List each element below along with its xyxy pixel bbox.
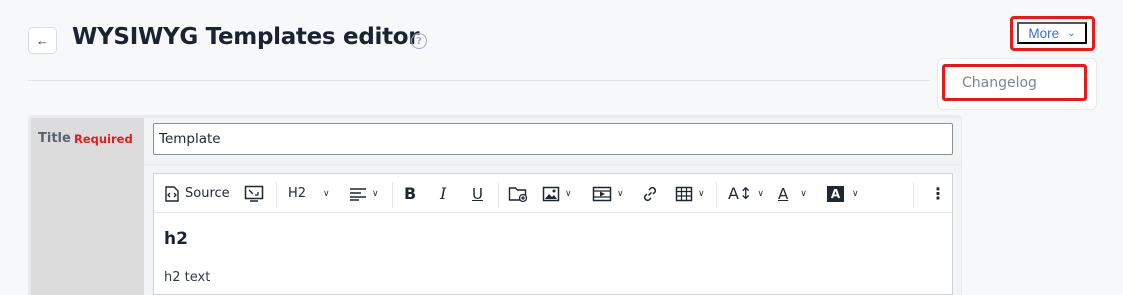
toolbar-separator xyxy=(498,182,499,208)
chevron-down-icon: ∨ xyxy=(323,188,330,199)
chevron-down-icon: ∨ xyxy=(565,188,572,199)
table-icon xyxy=(675,186,693,201)
background-color-button[interactable]: A ∨ xyxy=(827,174,859,213)
chevron-down-icon: ∨ xyxy=(698,188,705,199)
header-divider xyxy=(28,80,930,81)
font-color-button[interactable]: A ∨ xyxy=(778,174,807,213)
font-color-icon: A xyxy=(778,184,789,203)
required-badge: Required xyxy=(74,132,133,146)
italic-button[interactable]: I xyxy=(440,174,446,213)
page-title: WYSIWYG Templates editor xyxy=(72,24,420,50)
file-browser-icon xyxy=(508,186,528,202)
image-button[interactable]: ∨ xyxy=(542,174,572,213)
more-highlight-box: More ⌄ xyxy=(1010,16,1095,51)
chevron-down-icon: ∨ xyxy=(852,188,859,199)
underline-button[interactable]: U xyxy=(472,174,483,213)
more-label: More xyxy=(1028,25,1060,41)
heading-select[interactable]: H2 ∨ xyxy=(288,174,330,213)
toolbar-separator xyxy=(716,182,717,208)
toolbar-separator xyxy=(392,182,393,208)
link-icon xyxy=(643,186,657,201)
image-icon xyxy=(542,186,560,201)
align-button[interactable]: ∨ xyxy=(349,174,379,213)
more-vertical-icon: ⋮ xyxy=(930,184,946,203)
fullscreen-icon xyxy=(244,185,264,202)
heading-select-value: H2 xyxy=(288,186,307,201)
chevron-down-icon: ∨ xyxy=(757,188,764,199)
source-icon xyxy=(165,185,179,202)
source-label: Source xyxy=(185,186,230,201)
menu-item-changelog[interactable]: Changelog xyxy=(962,75,1037,91)
font-size-button[interactable]: A↕ ∨ xyxy=(728,174,764,213)
toolbar-separator xyxy=(913,182,914,208)
background-color-icon: A xyxy=(827,185,844,202)
wysiwyg-editor: Source H2 ∨ ∨ B I U ∨ ∨ ∨ A↕ ∨ A ∨ A ∨ ⋮… xyxy=(153,173,953,295)
title-input[interactable] xyxy=(153,123,953,155)
chevron-down-icon: ∨ xyxy=(800,188,807,199)
video-button[interactable]: ∨ xyxy=(592,174,624,213)
toolbar-separator xyxy=(276,182,277,208)
bold-icon: B xyxy=(404,184,417,203)
link-button[interactable] xyxy=(641,174,659,213)
bold-button[interactable]: B xyxy=(404,174,416,213)
video-icon xyxy=(592,186,612,201)
table-button[interactable]: ∨ xyxy=(675,174,705,213)
help-circle-icon[interactable]: ? xyxy=(411,33,427,49)
arrow-left-icon: ← xyxy=(36,33,49,48)
more-button[interactable]: More ⌄ xyxy=(1017,22,1087,44)
editor-toolbar: Source H2 ∨ ∨ B I U ∨ ∨ ∨ A↕ ∨ A ∨ A ∨ ⋮ xyxy=(154,174,952,213)
content-paragraph[interactable]: h2 text xyxy=(164,270,210,285)
chevron-down-icon: ∨ xyxy=(617,188,624,199)
title-label: Title xyxy=(38,131,71,146)
align-icon xyxy=(350,187,366,201)
content-heading[interactable]: h2 xyxy=(164,229,188,249)
more-options-button[interactable]: ⋮ xyxy=(930,174,946,213)
back-button[interactable]: ← xyxy=(28,27,57,54)
italic-icon: I xyxy=(440,184,447,203)
font-size-icon: A↕ xyxy=(728,184,753,203)
underline-icon: U xyxy=(472,184,483,203)
chevron-down-icon: ∨ xyxy=(372,188,379,199)
source-button[interactable]: Source xyxy=(163,174,230,213)
file-browser-button[interactable] xyxy=(508,174,528,213)
fullscreen-button[interactable] xyxy=(244,174,264,213)
chevron-down-icon: ⌄ xyxy=(1067,27,1076,39)
